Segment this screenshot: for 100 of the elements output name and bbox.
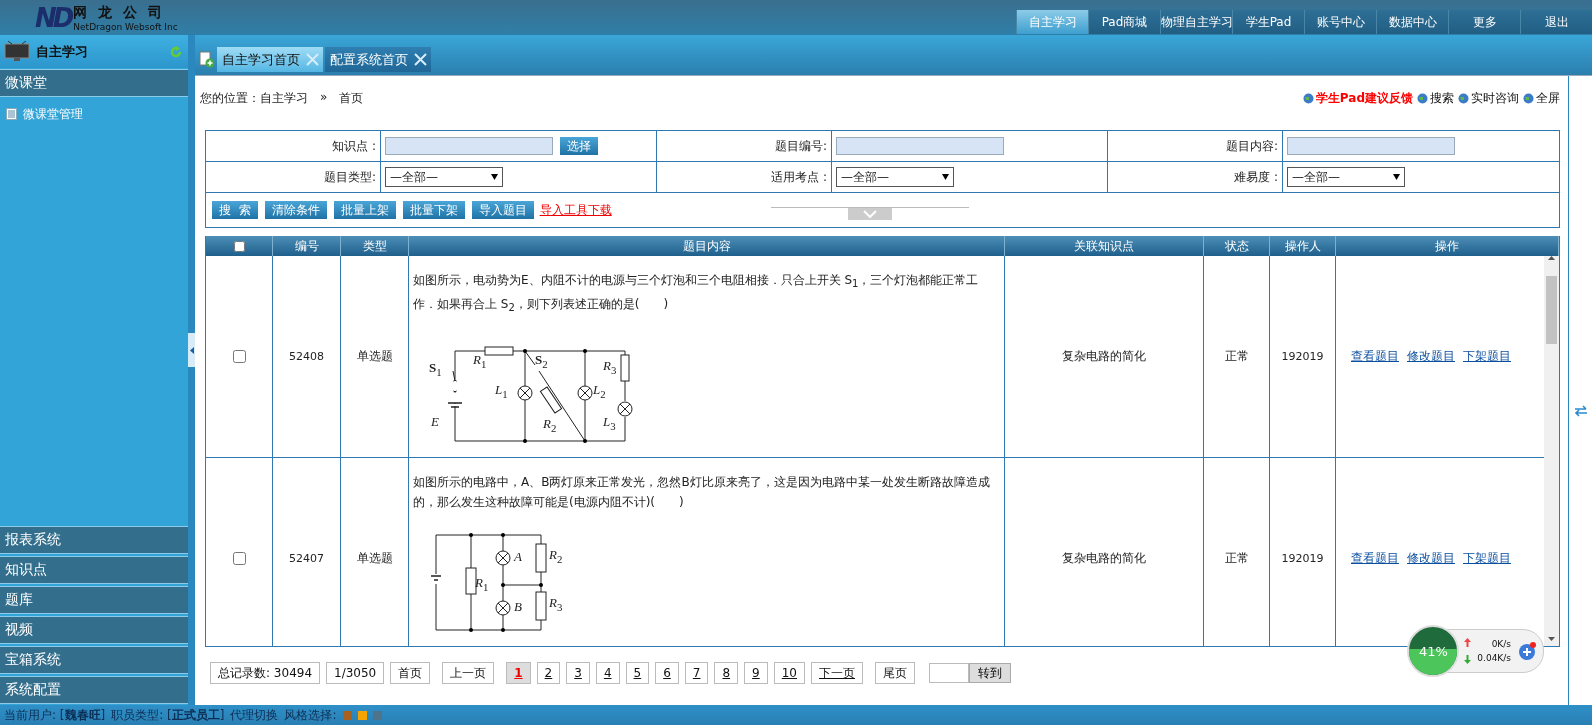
sidebar-section[interactable]: 微课堂 (0, 69, 188, 97)
operation-link[interactable]: 下架题目 (1463, 348, 1511, 365)
first-page-button[interactable]: 首页 (390, 662, 431, 684)
circuit-label: S$_{2}$ (535, 352, 548, 370)
swap-arrows-icon[interactable] (1573, 404, 1588, 417)
page-number[interactable]: 5 (625, 662, 650, 684)
column-header: 类型 (362, 237, 387, 255)
sidebar-section[interactable]: 系统配置 (0, 676, 188, 704)
table-cell: 正常 (1224, 348, 1249, 365)
operation-link[interactable]: 查看题目 (1351, 550, 1399, 567)
nav-tab[interactable]: 学生Pad (1232, 10, 1304, 34)
status-text: 职员类型: [正式员工] (111, 706, 225, 724)
column-header: 操作人 (1284, 237, 1321, 255)
style-swatch[interactable] (357, 710, 367, 720)
total-records[interactable]: 总记录数: 30494 (210, 662, 321, 684)
page-number[interactable]: 4 (595, 662, 620, 684)
action-button[interactable]: 搜 索 (211, 200, 259, 220)
last-page-button[interactable]: 尾页 (875, 662, 915, 684)
download-link[interactable]: 导入工具下载 (539, 201, 612, 219)
circuit-label: R$_{1}$ (473, 352, 487, 370)
quick-link[interactable]: 实时咨询 (1458, 89, 1519, 107)
status-text[interactable]: 代理切换 (230, 706, 279, 724)
scrollbar[interactable] (1544, 256, 1559, 646)
quick-link[interactable]: 搜索 (1417, 89, 1454, 107)
close-icon[interactable] (414, 53, 427, 66)
table-cell: 复杂电路的简化 (1062, 550, 1146, 567)
quick-link[interactable]: 学生Pad建议反馈 (1302, 89, 1413, 107)
collapse-handle[interactable] (188, 333, 195, 367)
status-text: 风格选择: (284, 706, 337, 724)
sidebar-section[interactable]: 报表系统 (0, 526, 188, 554)
row-checkbox[interactable] (232, 552, 246, 565)
circuit-label: R$_{3}$ (549, 596, 563, 613)
text-field[interactable] (836, 137, 1004, 155)
page-number[interactable]: 2 (536, 662, 561, 684)
company-subtitle: NetDragon Websoft Inc (73, 21, 178, 32)
dropdown[interactable]: —全部— (836, 167, 954, 187)
scroll-thumb[interactable] (1546, 276, 1557, 344)
circuit-label: E (431, 414, 439, 428)
select-all-checkbox[interactable] (233, 240, 245, 252)
filter-label: 题目编号: (774, 137, 827, 155)
filter-label: 适用考点 : (771, 168, 827, 186)
company-name: 网 龙 公 司 (73, 3, 166, 22)
nav-tab[interactable]: 更多 (1448, 10, 1520, 34)
dropdown-arrow-icon (942, 174, 949, 180)
action-button[interactable]: 清除条件 (263, 200, 328, 220)
sidebar-section[interactable]: 宝箱系统 (0, 646, 188, 674)
circuit-label: B (514, 600, 522, 613)
page-number[interactable]: 7 (684, 662, 709, 684)
page-tab[interactable]: 配置系统首页 (325, 47, 431, 72)
action-button[interactable]: 批量下架 (401, 200, 466, 220)
table-cell: 192019 (1281, 350, 1324, 363)
page-field[interactable] (929, 663, 969, 683)
nav-tab[interactable]: 账号中心 (1304, 10, 1376, 34)
nav-tab[interactable]: 物理自主学习 (1160, 10, 1232, 34)
dropdown[interactable]: —全部— (1287, 167, 1405, 187)
operation-link[interactable]: 查看题目 (1351, 348, 1399, 365)
filter-label: 难易度 : (1234, 168, 1278, 186)
breadcrumb-text: 首页 (339, 89, 364, 107)
status-text: 当前用户: [魏春旺] (4, 706, 106, 724)
text-field[interactable] (1287, 137, 1455, 155)
add-page-icon[interactable] (199, 51, 215, 68)
nav-tab[interactable]: Pad商城 (1088, 10, 1160, 34)
plus-icon[interactable] (1517, 641, 1537, 661)
page-count[interactable]: 1/3050 (326, 662, 385, 684)
nav-tab[interactable]: 退出 (1520, 10, 1592, 34)
upload-speed: 0K/s (1491, 639, 1511, 649)
circuit-label: L$_{1}$ (495, 382, 508, 400)
circuit-label: L$_{3}$ (603, 414, 616, 432)
up-down-arrows-icon (1464, 638, 1472, 664)
operation-link[interactable]: 修改题目 (1407, 550, 1455, 567)
prev-page-button[interactable]: 上一页 (442, 662, 495, 684)
operation-link[interactable]: 下架题目 (1463, 550, 1511, 567)
page-tab[interactable]: 自主学习首页 (217, 47, 323, 72)
go-button[interactable]: 转到 (969, 663, 1011, 683)
page-number[interactable]: 3 (566, 662, 590, 684)
operation-link[interactable]: 修改题目 (1407, 348, 1455, 365)
expand-toggle[interactable] (848, 208, 892, 220)
style-swatch[interactable] (372, 710, 382, 720)
column-header: 关联知识点 (1074, 237, 1134, 255)
nav-tab[interactable]: 数据中心 (1376, 10, 1448, 34)
row-checkbox[interactable] (232, 350, 246, 363)
dropdown[interactable]: —全部— (385, 167, 503, 187)
sidebar-section[interactable]: 题库 (0, 586, 188, 614)
breadcrumb-text: 您的位置：自主学习 (200, 89, 308, 107)
quick-link[interactable]: 全屏 (1523, 89, 1560, 107)
next-page-button[interactable]: 下一页 (811, 662, 863, 684)
style-swatch[interactable] (342, 710, 352, 720)
action-button[interactable]: 导入题目 (470, 200, 535, 220)
sidebar-section[interactable]: 视频 (0, 616, 188, 644)
page-number[interactable]: 10 (773, 662, 805, 684)
refresh-icon[interactable] (170, 45, 182, 58)
page-number[interactable]: 9 (744, 662, 768, 684)
page-number[interactable]: 8 (714, 662, 739, 684)
circuit-label: R$_{1}$ (475, 576, 489, 593)
page-number[interactable]: 6 (655, 662, 679, 684)
knowledge-field[interactable] (385, 137, 553, 155)
action-button[interactable]: 批量上架 (332, 200, 397, 220)
logo-mark: ND (35, 2, 71, 33)
scroll-down-icon[interactable] (1548, 637, 1555, 641)
sidebar-section[interactable]: 知识点 (0, 556, 188, 584)
